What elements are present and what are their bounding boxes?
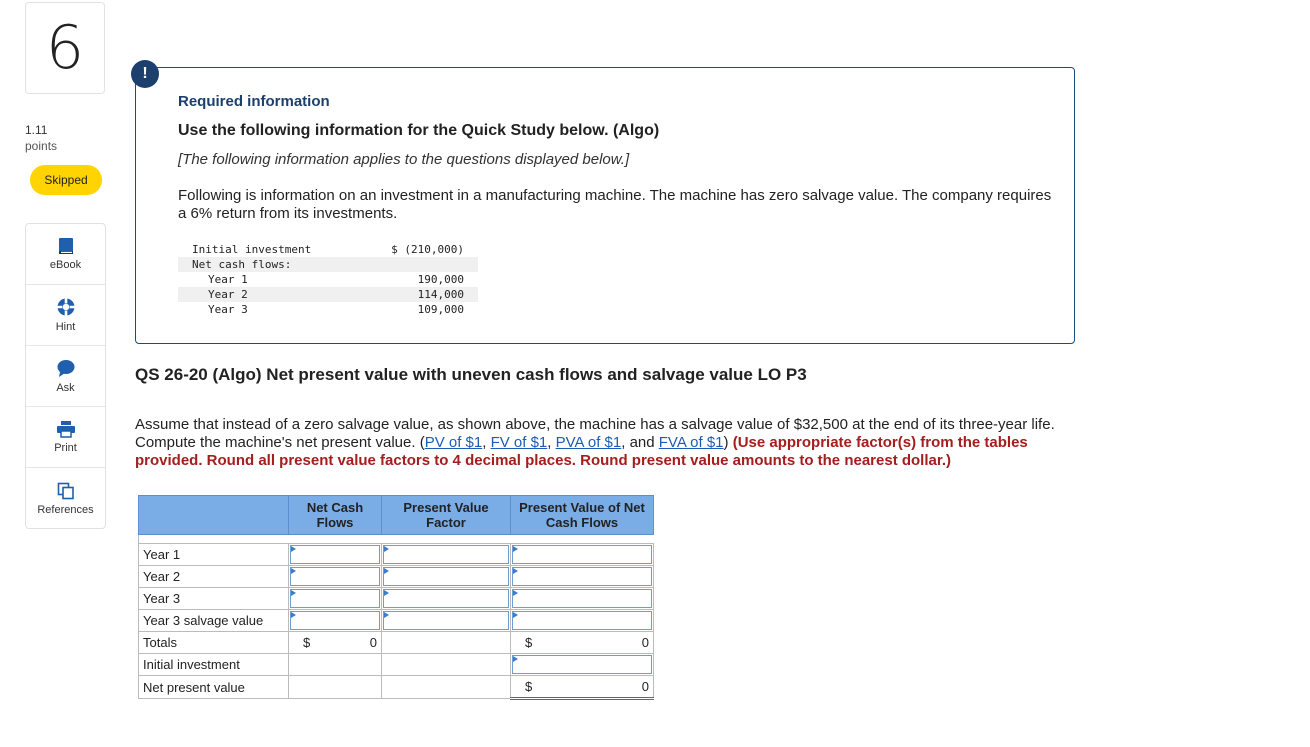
row-label: Year 2 — [208, 288, 248, 301]
question-title: QS 26-20 (Algo) Net present value with u… — [135, 365, 807, 384]
initial-investment-input[interactable] — [510, 653, 654, 676]
table-row: Year 2 114,000 — [178, 287, 478, 302]
year-1-cash-flow-input[interactable] — [288, 543, 382, 566]
row-label-salvage: Year 3 salvage value — [138, 609, 289, 632]
quick-study-subtitle: Use the following information for the Qu… — [178, 122, 660, 139]
row-value: 109,000 — [417, 303, 464, 316]
points-label: points — [25, 139, 58, 153]
row-value — [378, 257, 478, 272]
table-row: Year 1 — [138, 543, 654, 566]
copy-icon — [57, 482, 74, 499]
row-label: Initial investment — [192, 243, 312, 256]
totals-pv-factor-empty — [381, 631, 511, 654]
separator: , and — [621, 434, 659, 451]
year-1-pv-input[interactable] — [510, 543, 654, 566]
table-row: Net cash flows: — [178, 257, 478, 272]
npv-value: 0 — [641, 679, 649, 694]
row-label: Year 1 — [208, 273, 248, 286]
row-label-year-3: Year 3 — [138, 587, 289, 610]
currency-symbol: $ — [525, 679, 533, 694]
table-row: Totals $ 0 $ 0 — [138, 631, 654, 654]
year-2-cash-flow-input[interactable] — [288, 565, 382, 588]
table-row: Year 3 salvage value — [138, 609, 654, 632]
year-2-pv-factor-input[interactable] — [381, 565, 511, 588]
year-3-pv-factor-input[interactable] — [381, 587, 511, 610]
table-row: Initial investment — [138, 653, 654, 676]
totals-cash-flows: $ 0 — [288, 631, 382, 654]
row-label: Net cash flows: — [192, 258, 292, 271]
hint-button[interactable]: Hint — [26, 285, 105, 346]
status-badge[interactable]: Skipped — [30, 165, 102, 195]
header-pv-cash-flows: Present Value of Net Cash Flows — [510, 495, 654, 535]
separator: , — [482, 434, 491, 451]
initial-investment-factor-empty — [381, 653, 511, 676]
tools-panel: eBook Hint Ask Print References — [25, 223, 106, 529]
question-text: Assume that instead of a zero salvage va… — [135, 416, 1085, 470]
table-row: Net present value $ 0 — [138, 675, 654, 700]
row-label-totals: Totals — [138, 631, 289, 654]
header-blank — [138, 495, 289, 535]
book-icon — [58, 238, 73, 254]
references-button[interactable]: References — [26, 468, 105, 529]
print-label: Print — [54, 442, 77, 454]
salvage-cash-flow-input[interactable] — [288, 609, 382, 632]
alert-icon: ! — [131, 60, 159, 88]
printer-icon — [56, 421, 75, 438]
row-label-initial-investment: Initial investment — [138, 653, 289, 676]
separator: , — [547, 434, 556, 451]
pva-of-1-link[interactable]: PVA of $1 — [556, 434, 622, 451]
table-row: Year 2 — [138, 565, 654, 588]
salvage-pv-input[interactable] — [510, 609, 654, 632]
ask-button[interactable]: Ask — [26, 346, 105, 407]
hint-label: Hint — [55, 321, 76, 333]
fva-of-1-link[interactable]: FVA of $1 — [659, 434, 724, 451]
npv-empty — [288, 675, 382, 699]
npv-factor-empty — [381, 675, 511, 699]
totals-pv-value: 0 — [641, 635, 649, 650]
row-label: Year 3 — [208, 303, 248, 316]
chat-bubble-icon — [57, 360, 74, 377]
row-value: 114,000 — [417, 288, 464, 301]
investment-data-table: Initial investment $ (210,000) Net cash … — [178, 242, 478, 317]
points-info: 1.11 points — [25, 122, 57, 154]
points-value: 1.11 — [25, 123, 48, 137]
investment-description: Following is information on an investmen… — [178, 187, 1052, 222]
pv-of-1-link[interactable]: PV of $1 — [425, 434, 483, 451]
header-pv-factor: Present Value Factor — [381, 495, 511, 535]
required-info-title: Required information — [178, 93, 330, 110]
salvage-pv-factor-input[interactable] — [381, 609, 511, 632]
row-value: 190,000 — [417, 273, 464, 286]
ebook-button[interactable]: eBook — [26, 224, 105, 285]
year-3-pv-input[interactable] — [510, 587, 654, 610]
references-label: References — [37, 503, 94, 516]
separator: ) — [723, 434, 733, 451]
lifebuoy-icon — [57, 298, 74, 316]
table-row: Year 3 — [138, 587, 654, 610]
currency-symbol: $ — [525, 635, 533, 650]
print-button[interactable]: Print — [26, 407, 105, 468]
totals-cash-flows-value: 0 — [369, 635, 377, 650]
header-net-cash-flows: Net Cash Flows — [288, 495, 382, 535]
applies-note: [The following information applies to th… — [178, 151, 630, 168]
year-3-cash-flow-input[interactable] — [288, 587, 382, 610]
row-value: $ (210,000) — [391, 243, 464, 256]
table-row: Year 1 190,000 — [178, 272, 478, 287]
npv-result: $ 0 — [510, 675, 654, 700]
fv-of-1-link[interactable]: FV of $1 — [491, 434, 548, 451]
currency-symbol: $ — [303, 635, 311, 650]
totals-pv: $ 0 — [510, 631, 654, 654]
table-row: Initial investment $ (210,000) — [178, 242, 478, 257]
question-number: 6 — [25, 2, 105, 94]
row-label-year-1: Year 1 — [138, 543, 289, 566]
ask-label: Ask — [56, 382, 75, 394]
ebook-label: eBook — [49, 259, 82, 271]
npv-answer-table: Net Cash Flows Present Value Factor Pres… — [138, 495, 654, 700]
row-label-year-2: Year 2 — [138, 565, 289, 588]
row-label-npv: Net present value — [138, 675, 289, 699]
table-row: Year 3 109,000 — [178, 302, 478, 317]
initial-investment-empty — [288, 653, 382, 676]
year-2-pv-input[interactable] — [510, 565, 654, 588]
year-1-pv-factor-input[interactable] — [381, 543, 511, 566]
